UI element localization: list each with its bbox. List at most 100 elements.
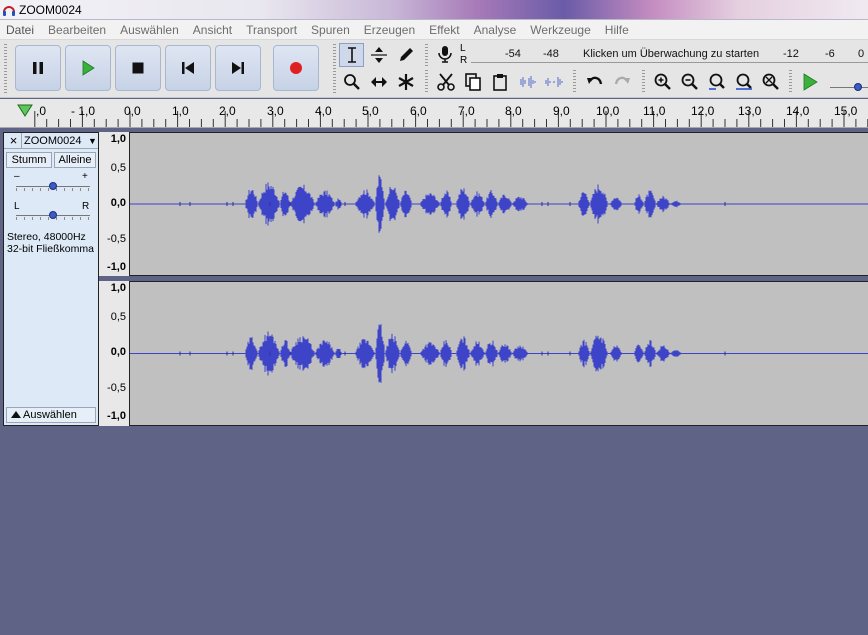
- trim-waveform-icon: [519, 76, 536, 88]
- undo-button[interactable]: [582, 70, 607, 94]
- waveform-channel-left[interactable]: [130, 132, 868, 276]
- amplitude-label: -0,5: [107, 233, 126, 245]
- zoom-toggle-icon: [762, 73, 779, 90]
- menu-werkzeuge[interactable]: Werkzeuge: [530, 23, 590, 37]
- timeline-ruler[interactable]: ,0 - 1,0 0,0 1,0 2,0 3,0 4,0 5,0 6,0 7,0…: [0, 99, 868, 128]
- zoom-tool[interactable]: [339, 70, 364, 94]
- toolbar-grip[interactable]: [425, 44, 428, 66]
- stop-button[interactable]: [115, 45, 161, 91]
- multi-tool[interactable]: [393, 70, 418, 94]
- ruler-label: 5,0: [362, 104, 379, 118]
- microphone-button[interactable]: [432, 42, 457, 66]
- copy-button[interactable]: [460, 70, 485, 94]
- menu-ansicht[interactable]: Ansicht: [193, 23, 232, 37]
- pan-left-label: L: [14, 201, 20, 212]
- toolbar-grip[interactable]: [573, 70, 576, 94]
- toolbar-grip[interactable]: [642, 70, 645, 94]
- menu-spuren[interactable]: Spuren: [311, 23, 350, 37]
- play-icon: [82, 60, 95, 76]
- ruler-label: 15,0: [834, 104, 858, 118]
- select-track-label: Auswählen: [23, 409, 77, 421]
- select-track-button[interactable]: Auswählen: [6, 407, 96, 423]
- paste-button[interactable]: [487, 70, 512, 94]
- redo-button[interactable]: [609, 70, 634, 94]
- mute-button[interactable]: Stumm: [6, 152, 52, 168]
- window-title: ZOOM0024: [19, 3, 82, 17]
- play-at-speed-button[interactable]: [797, 70, 822, 94]
- meter-bar: [471, 62, 868, 63]
- menu-transport[interactable]: Transport: [246, 23, 297, 37]
- ruler-label: 13,0: [738, 104, 762, 118]
- toolbar-grip[interactable]: [425, 70, 428, 94]
- copy-icon: [464, 73, 481, 91]
- gain-knob[interactable]: [49, 182, 57, 190]
- zoom-toggle-button[interactable]: [758, 70, 783, 94]
- ruler-label: 12,0: [691, 104, 715, 118]
- amplitude-ruler-right[interactable]: 1,0 0,5 0,0 -0,5 -1,0: [99, 281, 130, 426]
- redo-icon: [614, 76, 630, 85]
- play-button[interactable]: [65, 45, 111, 91]
- menu-effekt[interactable]: Effekt: [429, 23, 459, 37]
- ruler-label: 6,0: [410, 104, 427, 118]
- audacity-window: ZOOM0024 Datei Bearbeiten Auswählen Ansi…: [0, 0, 868, 635]
- recording-meter[interactable]: -54 -48 Klicken um Überwachung zu starte…: [471, 45, 868, 65]
- scissors-icon: [436, 73, 455, 91]
- ruler-label: 2,0: [219, 104, 236, 118]
- ruler-label: 3,0: [267, 104, 284, 118]
- i-beam-icon: [347, 47, 356, 63]
- amplitude-ruler-left[interactable]: 1,0 0,5 0,0 -0,5 -1,0: [99, 132, 130, 276]
- envelope-tool[interactable]: [366, 43, 391, 67]
- slider-knob[interactable]: [854, 83, 862, 91]
- toolbar-grip[interactable]: [4, 44, 7, 94]
- empty-workspace[interactable]: [0, 428, 868, 635]
- gain-slider[interactable]: [16, 182, 90, 191]
- zoom-fit-icon: [735, 73, 752, 90]
- record-button[interactable]: [273, 45, 319, 91]
- meter-message: Klicken um Überwachung zu starten: [583, 48, 760, 60]
- draw-tool[interactable]: [393, 43, 418, 67]
- skip-to-start-button[interactable]: [165, 45, 211, 91]
- gain-plus-label: +: [82, 171, 88, 182]
- chevron-down-icon[interactable]: ▼: [88, 136, 97, 146]
- zoom-out-icon: [681, 73, 698, 90]
- track-name[interactable]: ZOOM0024: [24, 135, 81, 147]
- cut-button[interactable]: [433, 70, 458, 94]
- meter-channel-r: R: [460, 55, 468, 66]
- toolbar-grip[interactable]: [789, 70, 792, 94]
- solo-button[interactable]: Alleine: [54, 152, 96, 168]
- toolbar-grip[interactable]: [333, 44, 336, 94]
- trim-audio-button[interactable]: [514, 70, 539, 94]
- track-control-panel[interactable]: × ZOOM0024 ▼ Stumm Alleine – + L R Stere…: [3, 132, 99, 426]
- collapse-triangle-icon: [11, 411, 21, 418]
- waveform: [130, 324, 868, 383]
- menu-hilfe[interactable]: Hilfe: [605, 23, 629, 37]
- ruler-label: 10,0: [596, 104, 620, 118]
- play-head-icon[interactable]: [17, 104, 33, 118]
- silence-audio-button[interactable]: [541, 70, 566, 94]
- track-format-depth: 32-bit Fließkomma: [7, 243, 94, 255]
- pencil-icon: [399, 48, 413, 61]
- skip-to-end-button[interactable]: [215, 45, 261, 91]
- menu-bar: Datei Bearbeiten Auswählen Ansicht Trans…: [0, 20, 868, 40]
- ruler-label: 11,0: [643, 104, 666, 118]
- waveform-channel-right[interactable]: [130, 281, 868, 426]
- menu-datei[interactable]: Datei: [6, 23, 34, 37]
- zoom-out-button[interactable]: [677, 70, 702, 94]
- meter-channel-l: L: [460, 43, 466, 54]
- zoom-in-button[interactable]: [650, 70, 675, 94]
- fit-selection-button[interactable]: [704, 70, 729, 94]
- menu-bearbeiten[interactable]: Bearbeiten: [48, 23, 106, 37]
- menu-erzeugen[interactable]: Erzeugen: [364, 23, 415, 37]
- pan-knob[interactable]: [49, 211, 57, 219]
- play-speed-slider[interactable]: [830, 83, 868, 91]
- pan-slider[interactable]: [16, 211, 90, 220]
- menu-auswaehlen[interactable]: Auswählen: [120, 23, 179, 37]
- meter-scale-label: 0: [858, 48, 865, 60]
- selection-tool[interactable]: [339, 43, 364, 67]
- fit-project-button[interactable]: [731, 70, 756, 94]
- close-track-icon[interactable]: ×: [6, 133, 22, 149]
- track-header: × ZOOM0024 ▼: [4, 133, 98, 149]
- time-shift-tool[interactable]: [366, 70, 391, 94]
- menu-analyse[interactable]: Analyse: [474, 23, 517, 37]
- pause-button[interactable]: [15, 45, 61, 91]
